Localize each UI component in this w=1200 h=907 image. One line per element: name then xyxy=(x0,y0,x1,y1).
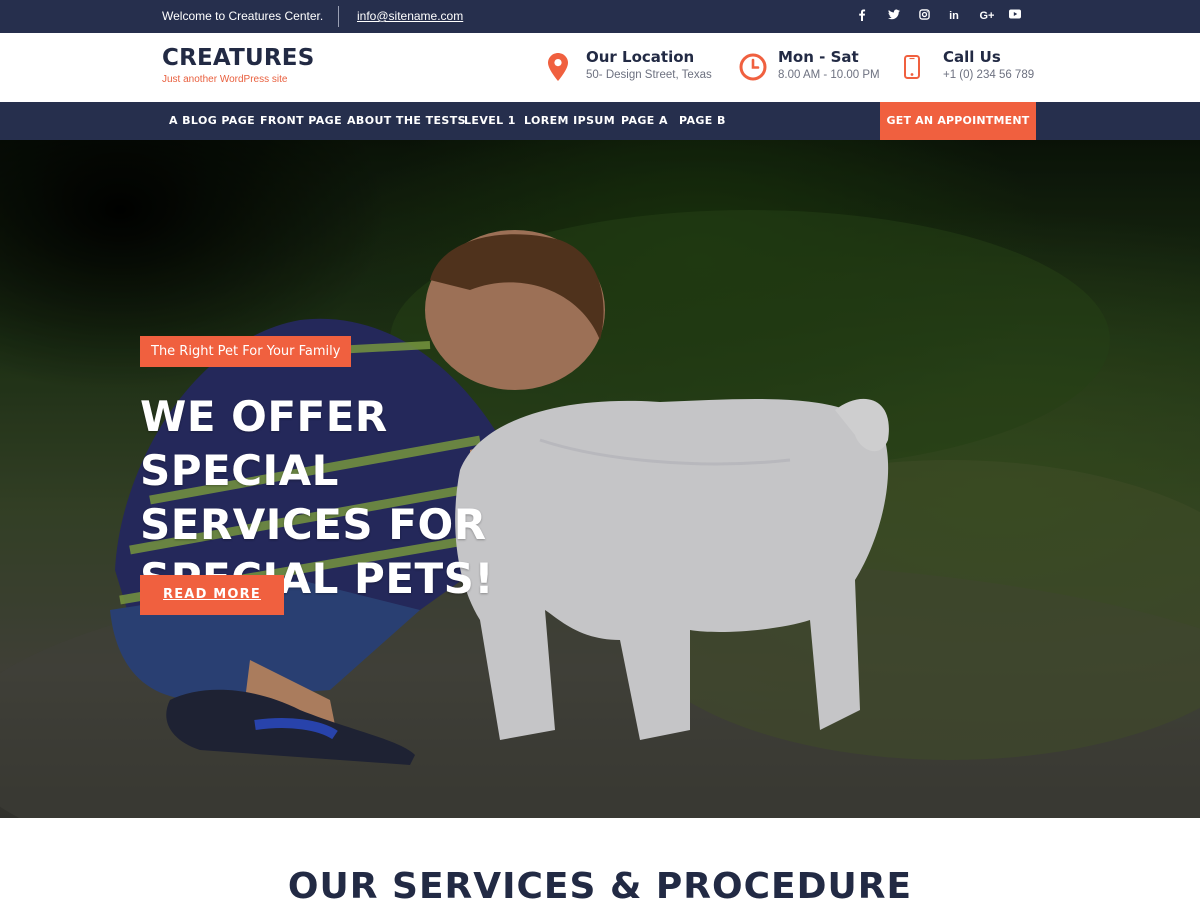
hours-time: 8.00 AM - 10.00 PM xyxy=(778,69,880,81)
instagram-icon[interactable] xyxy=(916,9,932,23)
topbar-divider xyxy=(338,6,339,27)
nav-item-lorem-ipsum[interactable]: LOREM IPSUM xyxy=(524,114,615,127)
main-nav: A BLOG PAGE FRONT PAGE ABOUT THE TESTS L… xyxy=(0,102,1200,140)
clock-icon xyxy=(739,53,767,85)
location-title: Our Location xyxy=(586,48,695,66)
nav-item-page-a[interactable]: PAGE A xyxy=(621,114,668,127)
read-more-button[interactable]: READ MORE xyxy=(140,575,284,615)
phone-icon xyxy=(904,55,920,83)
google-plus-icon[interactable]: G+ xyxy=(977,9,997,23)
map-pin-icon xyxy=(548,53,568,85)
site-header: CREATURES Just another WordPress site Ou… xyxy=(0,33,1200,102)
services-heading: OUR SERVICES & PROCEDURE xyxy=(287,866,913,907)
hero-badge: The Right Pet For Your Family xyxy=(140,336,352,367)
youtube-icon[interactable] xyxy=(1007,9,1023,23)
facebook-icon[interactable] xyxy=(854,9,870,23)
nav-item-page-b[interactable]: PAGE B xyxy=(679,114,726,127)
site-title[interactable]: CREATURES xyxy=(162,45,314,71)
hero-title: WE OFFER SPECIAL SERVICES FOR SPECIAL PE… xyxy=(140,390,600,606)
hours-title: Mon - Sat xyxy=(778,48,859,66)
location-address: 50- Design Street, Texas xyxy=(586,69,712,81)
hero-title-line-2: SERVICES FOR xyxy=(140,500,487,549)
get-appointment-button[interactable]: GET AN APPOINTMENT xyxy=(880,102,1036,140)
call-number: +1 (0) 234 56 789 xyxy=(943,69,1035,81)
nav-item-blog-page[interactable]: A BLOG PAGE xyxy=(169,114,255,127)
call-title: Call Us xyxy=(943,48,1001,66)
hero-banner: The Right Pet For Your Family WE OFFER S… xyxy=(0,140,1200,818)
nav-item-front-page[interactable]: FRONT PAGE xyxy=(260,114,342,127)
nav-item-level-1[interactable]: LEVEL 1 xyxy=(464,114,516,127)
welcome-text: Welcome to Creatures Center. xyxy=(162,9,324,23)
linkedin-icon[interactable]: in xyxy=(946,9,962,23)
site-tagline: Just another WordPress site xyxy=(162,74,288,85)
top-bar: Welcome to Creatures Center. info@sitena… xyxy=(0,0,1200,33)
hero-title-line-1: WE OFFER SPECIAL xyxy=(140,392,388,495)
email-link[interactable]: info@sitename.com xyxy=(357,9,463,23)
nav-item-about-the-tests[interactable]: ABOUT THE TESTS xyxy=(347,114,466,127)
twitter-icon[interactable] xyxy=(886,9,902,23)
